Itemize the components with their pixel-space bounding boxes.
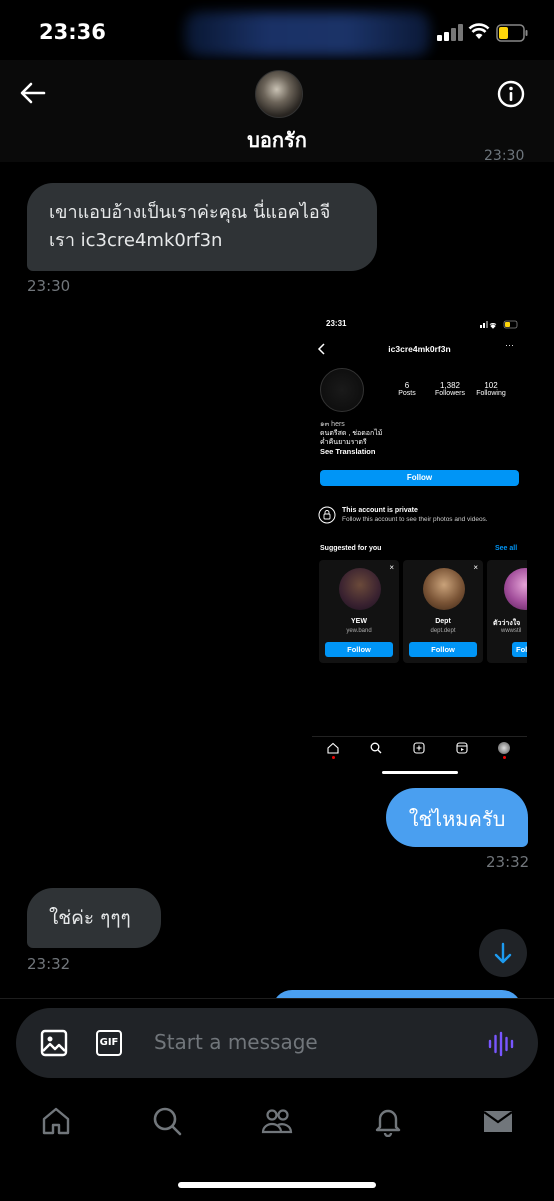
scroll-to-bottom-button[interactable] (479, 929, 527, 977)
ig-suggestion-follow-button: Follow (325, 642, 393, 657)
notifications-icon[interactable] (372, 1105, 404, 1137)
ig-suggestion-follow-button: Foll (512, 642, 527, 657)
message-timestamp: 23:32 (486, 853, 530, 871)
ig-suggestion-avatar (423, 568, 465, 610)
cellular-signal-icon (437, 24, 463, 41)
gif-icon[interactable]: GIF (96, 1030, 122, 1056)
ig-follow-button: Follow (320, 470, 519, 486)
incoming-message-bubble[interactable]: เขาแอบอ้างเป็นเราค่ะคุณ นี่แอคไอจีเรา ic… (27, 183, 377, 271)
back-arrow-icon[interactable] (18, 78, 48, 108)
battery-icon (496, 24, 528, 42)
ig-home-indicator (382, 771, 458, 774)
ig-suggestion-avatar (339, 568, 381, 610)
ig-see-translation: See Translation (320, 447, 376, 456)
ig-stat-value: 102 (484, 381, 498, 390)
ig-dismiss-icon: × (473, 563, 478, 572)
contact-avatar[interactable] (255, 70, 303, 118)
ig-suggestion-handle: dept.dept (430, 628, 456, 634)
communities-icon[interactable] (261, 1105, 293, 1137)
ig-suggestion-card: × YEW yew.band Follow (319, 560, 399, 663)
ig-reels-icon (456, 742, 468, 754)
ig-create-icon (413, 742, 425, 754)
ig-profile-avatar (320, 368, 364, 412)
ig-search-icon (370, 742, 382, 754)
message-timestamp: 23:32 (27, 955, 71, 973)
ig-more-icon: ··· (505, 340, 514, 350)
ig-see-all: See all (495, 545, 518, 552)
ig-suggestion-card: ตัวว่างใจ wwwstil Foll (487, 560, 527, 663)
ig-private-subtitle: Follow this account to see their photos … (342, 516, 488, 523)
ig-dismiss-icon: × (389, 563, 394, 572)
status-time: 23:36 (39, 20, 106, 44)
ig-stat-value: 6 (404, 381, 410, 390)
ig-stat-label: Followers (435, 390, 465, 397)
ig-private-title: This account is private (342, 507, 418, 514)
home-indicator (178, 1182, 376, 1188)
home-icon[interactable] (40, 1105, 72, 1137)
ig-home-icon (327, 742, 339, 754)
message-input[interactable]: Start a message (154, 1030, 318, 1054)
message-timestamp: 23:30 (27, 277, 71, 295)
ig-stat-value: 1,382 (439, 381, 461, 390)
outgoing-message-bubble[interactable]: ใช่ไหมครับ (386, 788, 528, 847)
ig-suggestion-handle: yew.band (346, 628, 372, 634)
ig-suggestion-follow-button: Follow (409, 642, 477, 657)
image-icon[interactable] (40, 1029, 68, 1057)
ig-suggestion-name: Dept (435, 618, 451, 625)
ig-suggested-title: Suggested for you (320, 545, 382, 552)
ig-status-time: 23:31 (326, 319, 347, 328)
ig-suggestion-avatar (504, 568, 527, 610)
ig-profile-tab-icon (498, 742, 510, 754)
messages-icon[interactable] (482, 1105, 514, 1137)
wifi-icon (468, 23, 490, 39)
ig-tab-divider (312, 736, 527, 737)
ig-username: ic3cre4mk0rf3n (388, 344, 451, 354)
ig-suggestion-card: × Dept dept.dept Follow (403, 560, 483, 663)
blurred-region (185, 12, 430, 56)
ig-stat-label: Following (476, 390, 506, 397)
ig-notification-dot (332, 756, 335, 759)
incoming-message-bubble[interactable]: ใช่ค่ะ ๆๆๆ (27, 888, 161, 948)
ig-suggestion-handle: wwwstil (501, 628, 522, 634)
ig-status-icons (480, 320, 518, 329)
info-icon[interactable] (497, 80, 525, 108)
ig-lock-icon (318, 506, 336, 524)
search-icon[interactable] (151, 1105, 183, 1137)
previous-message-timestamp: 23:30 (484, 148, 525, 164)
ig-stat-label: Posts (398, 390, 416, 397)
ig-suggestion-name: YEW (351, 618, 367, 625)
instagram-screenshot-image[interactable]: 23:31 ic3cre4mk0rf3n ··· 6 Posts 1,382 F… (312, 310, 527, 780)
voice-message-icon[interactable] (487, 1030, 515, 1058)
contact-name[interactable]: บอกรัก (0, 124, 554, 156)
ig-notification-dot (503, 756, 506, 759)
